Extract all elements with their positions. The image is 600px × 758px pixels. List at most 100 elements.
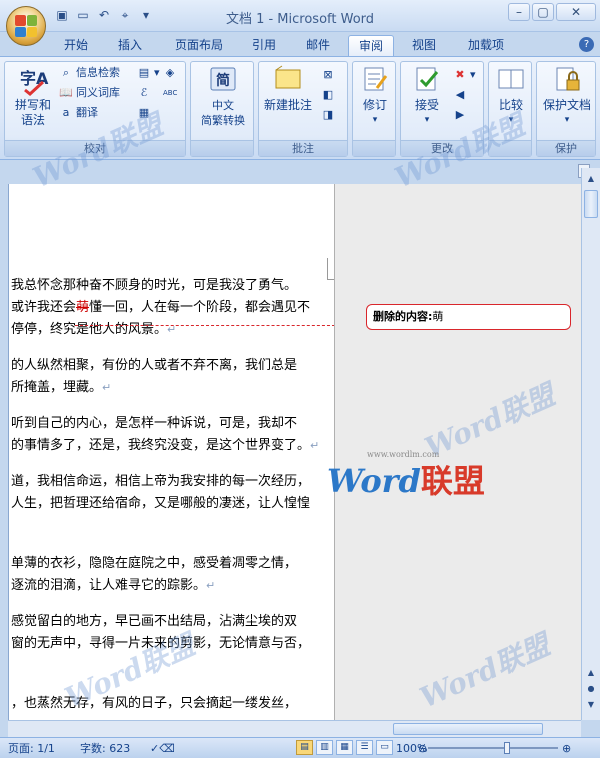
language-icon: ▤: [138, 66, 150, 79]
tab-mailings[interactable]: 邮件: [298, 35, 338, 56]
watermark-cn: 联盟: [420, 462, 485, 500]
group-chinese: 简 中文 简繁转换: [190, 61, 254, 157]
previous-page-icon[interactable]: ▲: [584, 666, 598, 680]
vertical-scroll-thumb[interactable]: [584, 190, 598, 218]
track-changes-label: 修订: [362, 98, 387, 112]
browse-object-icon[interactable]: ●: [584, 682, 598, 696]
vertical-scrollbar[interactable]: ▲ ▲ ● ▼: [581, 168, 600, 720]
title-bar: ▣ ▭ ↶ ⌖ ▾ 文档 1 - Microsoft Word – ▢ ✕: [0, 0, 600, 32]
document-page[interactable]: 我总怀念那种奋不顾身的时光，可是我没了勇气。或许我还会萌懂一回，人在每一个阶段，…: [8, 184, 334, 720]
tab-add-ins[interactable]: 加载项: [458, 35, 514, 56]
horizontal-scrollbar[interactable]: [8, 720, 581, 737]
spelling-label: 拼写和 语法: [14, 98, 51, 127]
document-line[interactable]: 逐流的泪滴，让人难寻它的踪影。↵: [11, 575, 215, 597]
next-comment-button[interactable]: ◨: [321, 106, 335, 124]
compare-label: 比较: [498, 98, 523, 112]
document-line[interactable]: 道，我相信命运，相信上帝为我安排的每一次经历，: [11, 471, 310, 493]
zoom-slider-knob[interactable]: [504, 742, 510, 754]
document-line[interactable]: 或许我还会萌懂一回，人在每一个阶段，都会遇见不: [11, 297, 310, 319]
paragraph-mark-icon: ↵: [206, 579, 216, 592]
document-line[interactable]: 所掩盖，埋藏。↵: [11, 377, 111, 399]
paragraph-mark-icon: ↵: [102, 381, 112, 394]
zoom-slider[interactable]: [428, 742, 558, 754]
document-line[interactable]: 感觉留白的地方，早已画不出结局，沾满尘埃的双: [11, 611, 297, 633]
compare-icon: [498, 69, 524, 89]
text-run: 感觉留白的地方，早已画不出结局，沾满尘埃的双: [11, 614, 298, 629]
next-page-icon[interactable]: ▼: [584, 698, 598, 712]
page-margin-marker: [327, 258, 334, 280]
chinese-conversion-button[interactable]: 简 中文 简繁转换: [195, 64, 251, 128]
set-language-button[interactable]: ▤ ▾: [137, 64, 160, 82]
revision-balloon[interactable]: 删除的内容:萌: [366, 304, 571, 330]
zoom-in-icon[interactable]: ⊕: [562, 741, 571, 756]
research-button[interactable]: ⌕ 信息检索: [59, 64, 120, 82]
deleted-text[interactable]: 萌: [76, 300, 89, 315]
svg-text:字A: 字A: [20, 69, 49, 88]
abc-count-button[interactable]: ABC: [163, 84, 177, 102]
compare-button[interactable]: 比较 ▾: [485, 64, 537, 128]
lock-icon: [556, 67, 580, 91]
group-protect: 保护文档 ▾ 保护: [536, 61, 596, 157]
document-line[interactable]: ，也蒸然无存，有风的日子，只会摘起一缕发丝，: [11, 693, 297, 715]
full-screen-reading-button[interactable]: ▥: [316, 740, 333, 755]
word-count-button[interactable]: ◈: [163, 64, 177, 82]
web-layout-button[interactable]: ▦: [336, 740, 353, 755]
previous-comment-button[interactable]: ◧: [321, 86, 335, 104]
restore-button[interactable]: ▢: [532, 3, 554, 21]
proofing-status-icon[interactable]: ✓⌫: [150, 741, 175, 756]
minimize-button[interactable]: –: [508, 3, 530, 21]
abc-icon: ABC: [163, 89, 178, 97]
translation-tip-button[interactable]: ℰ: [137, 84, 151, 102]
document-line[interactable]: 的人纵然相聚，有份的人或者不弃不离，我们总是: [11, 355, 297, 377]
document-line[interactable]: 窗的无声中，寻得一片未来的剪影，无论情意与否，: [11, 633, 310, 655]
table-icon-button[interactable]: ▦: [137, 104, 151, 122]
new-comment-button[interactable]: 新建批注: [259, 64, 317, 113]
print-layout-view-button[interactable]: ▤: [296, 740, 313, 755]
previous-change-button[interactable]: ◀: [453, 86, 467, 104]
tab-references[interactable]: 引用: [244, 35, 284, 56]
accept-icon: [416, 67, 439, 91]
paragraph-mark-icon: ↵: [310, 439, 320, 452]
draft-view-button[interactable]: ▭: [376, 740, 393, 755]
group-label-protect: 保护: [537, 140, 595, 156]
document-line[interactable]: 停停，终究是他人的风景。↵: [11, 319, 176, 341]
reject-button[interactable]: ✖ ▾: [453, 66, 475, 84]
page-count[interactable]: 页面: 1/1: [8, 741, 55, 756]
close-button[interactable]: ✕: [556, 3, 596, 21]
spelling-grammar-button[interactable]: 字A 拼写和 语法: [7, 64, 59, 128]
document-line[interactable]: 单薄的衣衫，隐隐在庭院之中，感受着凋零之情，: [11, 553, 297, 575]
accept-button[interactable]: 接受 ▾: [401, 64, 453, 128]
tab-insert[interactable]: 插入: [110, 35, 150, 56]
next-change-button[interactable]: ▶: [453, 106, 467, 124]
document-line[interactable]: 我总怀念那种奋不顾身的时光，可是我没了勇气。: [11, 275, 297, 297]
ribbon-tabs: 开始 插入 页面布局 引用 邮件 审阅 视图 加载项 ?: [0, 32, 600, 56]
protect-document-button[interactable]: 保护文档 ▾: [539, 64, 595, 128]
accept-label: 接受: [414, 98, 439, 112]
document-line[interactable]: 听到自己的内心，是怎样一种诉说，可是，我却不: [11, 413, 297, 435]
delete-comment-button[interactable]: ⊠: [321, 66, 335, 84]
translate-button[interactable]: a 翻译: [59, 104, 98, 122]
tab-home[interactable]: 开始: [56, 35, 96, 56]
outline-view-button[interactable]: ☰: [356, 740, 373, 755]
help-icon[interactable]: ?: [579, 37, 594, 52]
document-line[interactable]: 人生，把哲理还给宿命，又是哪般的凄迷，让人惶惶: [11, 493, 310, 515]
track-changes-button[interactable]: 修订 ▾: [349, 64, 401, 128]
group-changes: 接受 ▾ ✖ ▾ ◀ ▶ 更改: [400, 61, 484, 157]
document-line[interactable]: 的事情多了，还是，我终究没变，是这个世界变了。↵: [11, 435, 319, 457]
thesaurus-button[interactable]: 📖 同义词库: [59, 84, 120, 102]
tab-review[interactable]: 审阅: [348, 35, 394, 56]
text-run: 我总怀念那种奋不顾身的时光，可是我没了勇气。: [11, 278, 298, 293]
zoom-out-icon[interactable]: ⊖: [418, 741, 427, 756]
watermark-url: www.wordlm.com: [367, 450, 440, 459]
window-controls: – ▢ ✕: [508, 3, 596, 21]
word-count[interactable]: 字数: 623: [80, 741, 130, 756]
scroll-up-icon[interactable]: ▲: [584, 172, 598, 186]
office-logo-icon: [15, 15, 37, 37]
translate-label: 翻译: [76, 106, 98, 119]
text-run: 单薄的衣衫，隐隐在庭院之中，感受着凋零之情，: [11, 556, 298, 571]
balloon-label: 删除的内容:: [373, 310, 433, 323]
tab-page-layout[interactable]: 页面布局: [164, 35, 234, 56]
office-button[interactable]: [6, 6, 46, 46]
tab-view[interactable]: 视图: [404, 35, 444, 56]
horizontal-scroll-thumb[interactable]: [393, 723, 543, 735]
